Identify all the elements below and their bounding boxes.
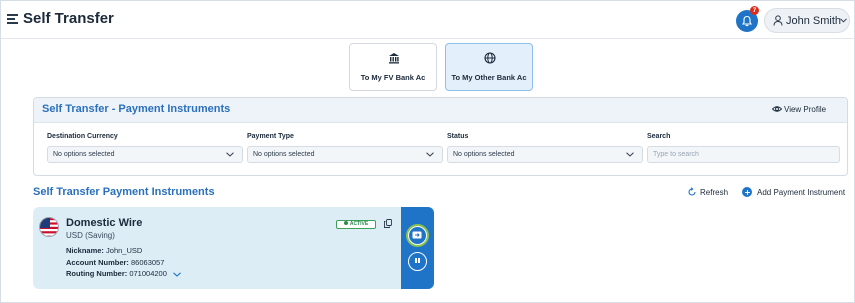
account-number-label: Account Number:: [66, 258, 129, 267]
user-name: John Smith: [786, 15, 842, 27]
section-title: Self Transfer Payment Instruments: [33, 186, 215, 198]
status-value: No options selected: [453, 151, 515, 158]
eye-icon: [772, 106, 782, 112]
transfer-icon: [412, 231, 422, 239]
add-payment-instrument-button[interactable]: Add Payment Instrument: [742, 187, 846, 197]
copy-icon[interactable]: [384, 219, 392, 228]
chevron-down-icon: [426, 152, 434, 157]
search-label: Search: [647, 133, 671, 140]
card-actions-rail: [401, 207, 434, 289]
refresh-label: Refresh: [700, 188, 729, 197]
panel-title: Self Transfer - Payment Instruments: [42, 103, 231, 115]
account-number-row: Account Number: 86063057: [66, 258, 164, 267]
nickname-value: John_USD: [106, 246, 143, 255]
hamburger-menu-icon[interactable]: [7, 13, 19, 25]
destination-currency-select[interactable]: No options selected: [47, 146, 243, 163]
refresh-button[interactable]: Refresh: [688, 187, 729, 197]
status-dot-icon: [343, 221, 348, 225]
bank-icon: [389, 53, 399, 64]
pause-button[interactable]: [408, 252, 427, 271]
tab-to-my-fv-bank-ac[interactable]: To My FV Bank Ac: [349, 43, 437, 91]
globe-icon: [484, 52, 496, 64]
chevron-down-icon: [226, 152, 234, 157]
status-label: Status: [447, 133, 469, 140]
routing-number-value: 071004200: [129, 269, 167, 278]
plus-circle-icon: [742, 187, 752, 197]
view-profile-link[interactable]: View Profile: [772, 105, 827, 114]
status-badge-label: ACTIVE: [349, 221, 369, 227]
instrument-subtitle: USD (Saving): [66, 231, 115, 240]
payment-type-label: Payment Type: [247, 133, 294, 140]
routing-number-label: Routing Number:: [66, 269, 128, 278]
tab-label: To My Other Bank Ac: [451, 73, 527, 82]
us-flag-icon: [39, 217, 59, 237]
page-title: Self Transfer: [23, 10, 114, 27]
status-select[interactable]: No options selected: [447, 146, 643, 163]
instrument-title: Domestic Wire: [66, 217, 143, 229]
user-menu-button[interactable]: John Smith: [764, 8, 850, 33]
refresh-icon: [688, 187, 696, 196]
nickname-row: Nickname: John_USD: [66, 246, 142, 255]
notification-count-badge: 7: [750, 6, 759, 15]
payment-type-select[interactable]: No options selected: [247, 146, 443, 163]
chevron-down-icon[interactable]: [173, 271, 181, 277]
add-payment-instrument-label: Add Payment Instrument: [757, 188, 846, 197]
tab-label: To My FV Bank Ac: [360, 73, 426, 82]
search-input[interactable]: [647, 146, 840, 163]
payment-instruments-filter-panel: Self Transfer - Payment Instruments View…: [33, 97, 848, 176]
transfer-action-button[interactable]: [408, 226, 427, 245]
user-icon: [773, 15, 783, 26]
account-number-value: 86063057: [131, 258, 165, 267]
payment-type-value: No options selected: [253, 151, 315, 158]
payment-instrument-card[interactable]: Domestic Wire USD (Saving) Nickname: Joh…: [33, 207, 434, 289]
tab-to-my-other-bank-ac[interactable]: To My Other Bank Ac: [445, 43, 533, 91]
routing-number-row: Routing Number: 071004200: [66, 269, 181, 278]
view-profile-label: View Profile: [784, 105, 827, 114]
status-badge: ACTIVE: [336, 220, 376, 229]
destination-currency-value: No options selected: [53, 151, 115, 158]
destination-currency-label: Destination Currency: [47, 133, 118, 140]
nickname-label: Nickname:: [66, 246, 104, 255]
app-frame: Self Transfer 7 John Smith To My FV Bank…: [0, 0, 855, 303]
bell-icon: [741, 15, 753, 27]
top-header: Self Transfer 7 John Smith: [1, 1, 854, 39]
panel-header: Self Transfer - Payment Instruments View…: [34, 98, 847, 123]
chevron-down-icon: [626, 152, 634, 157]
chevron-down-icon: [840, 18, 847, 23]
